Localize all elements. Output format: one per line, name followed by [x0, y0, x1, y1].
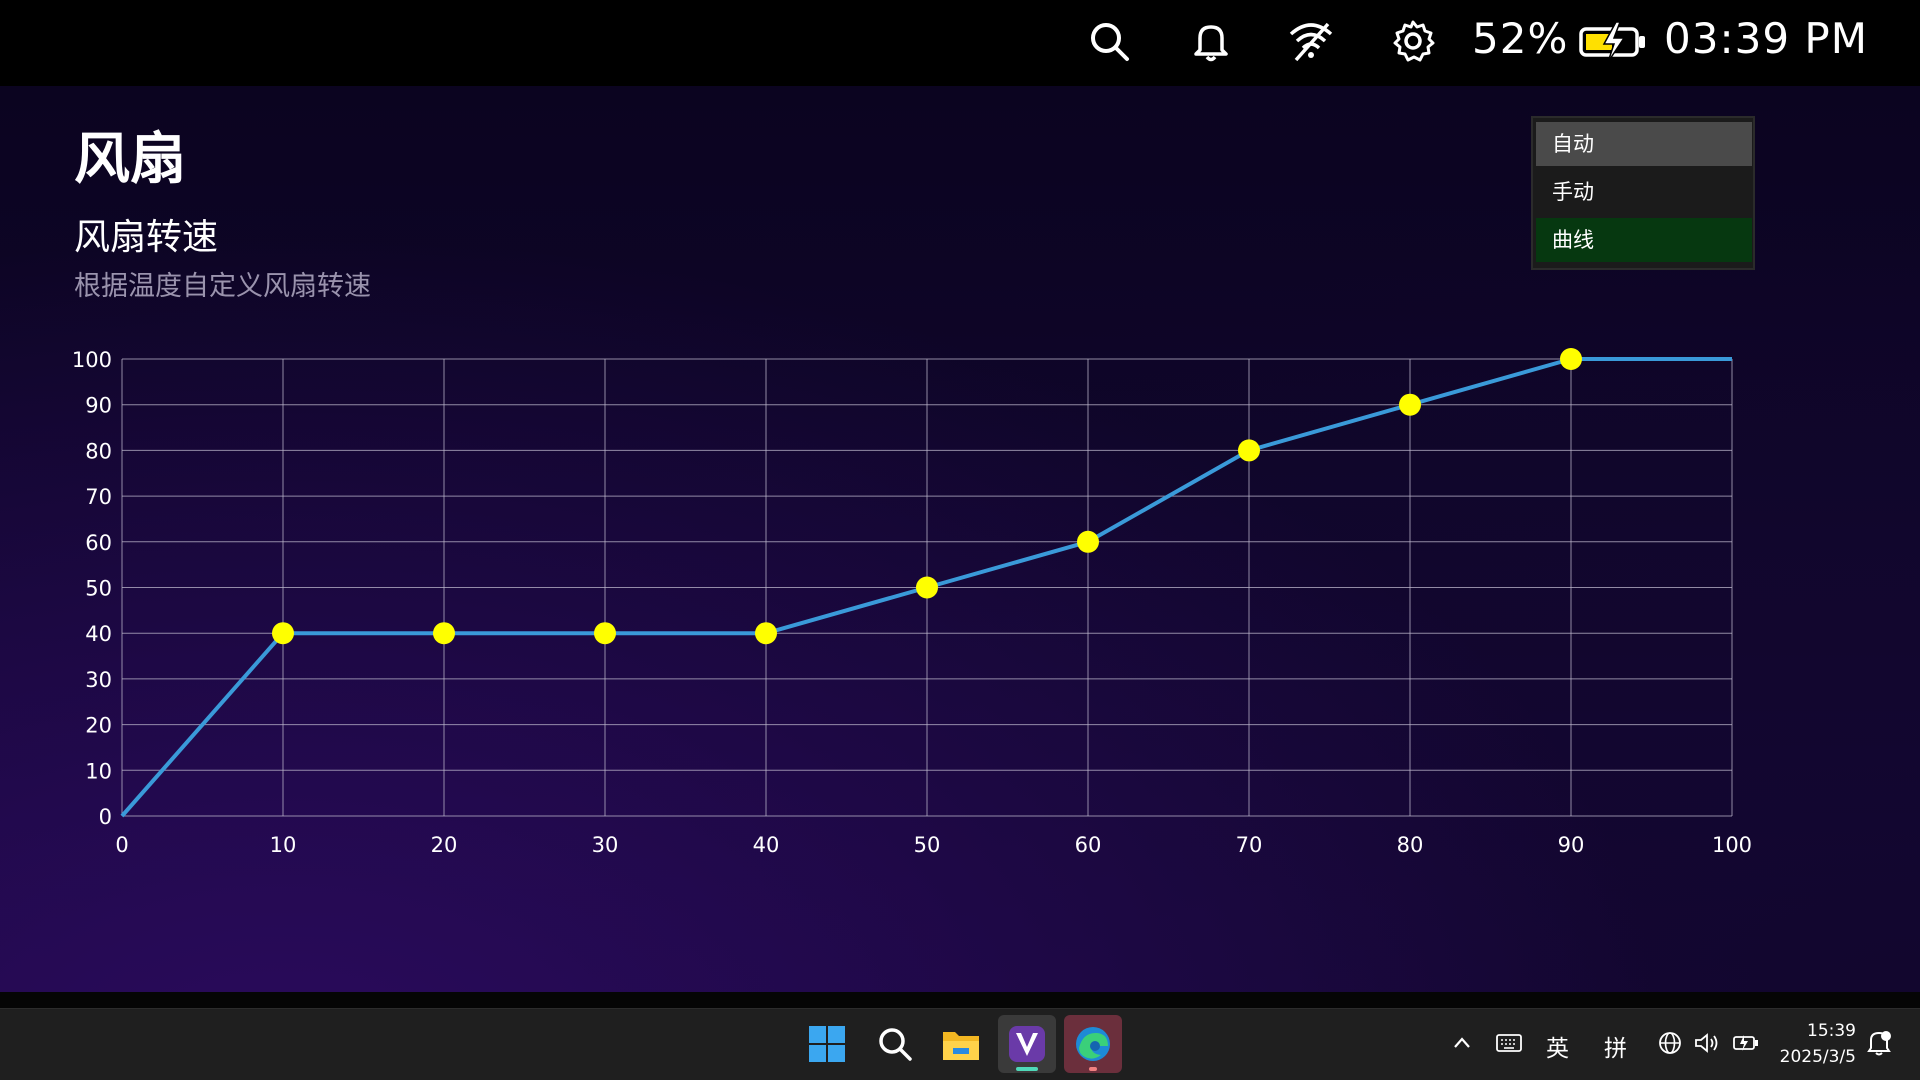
- gear-icon[interactable]: [1390, 18, 1436, 64]
- active-indicator: [1016, 1067, 1038, 1071]
- x-tick-label: 60: [1075, 833, 1102, 857]
- battery-charging-icon: [1578, 18, 1648, 64]
- curve-control-point[interactable]: [1238, 439, 1260, 462]
- y-tick-label: 20: [85, 714, 112, 738]
- app-v-icon[interactable]: [998, 1015, 1056, 1073]
- x-tick-label: 50: [914, 833, 941, 857]
- wifi-off-icon[interactable]: [1288, 18, 1334, 64]
- y-tick-label: 100: [72, 348, 112, 372]
- x-tick-label: 0: [115, 833, 128, 857]
- taskbar-date[interactable]: 2025/3/5: [1780, 1047, 1856, 1067]
- curve-control-point[interactable]: [755, 622, 777, 645]
- y-tick-label: 0: [99, 805, 112, 829]
- fan-curve-chart[interactable]: 0 10 20 30 40 50 60 70 80 90 100 0 10 20 30 40 50 60 70 80 9…: [0, 86, 1920, 992]
- y-tick-label: 50: [85, 577, 112, 601]
- ime-language[interactable]: 英: [1546, 1029, 1569, 1063]
- x-tick-label: 20: [431, 833, 458, 857]
- network-globe-icon[interactable]: [1658, 1031, 1682, 1059]
- x-tick-label: 40: [753, 833, 780, 857]
- y-tick-label: 70: [85, 485, 112, 509]
- battery-icon[interactable]: [1732, 1033, 1760, 1057]
- taskbar-gap: [0, 992, 1920, 1008]
- search-icon[interactable]: [1086, 18, 1132, 64]
- battery-percent: 52%: [1472, 14, 1569, 63]
- y-tick-label: 60: [85, 531, 112, 555]
- keyboard-icon[interactable]: [1496, 1033, 1522, 1057]
- y-tick-label: 90: [85, 394, 112, 418]
- curve-control-point[interactable]: [272, 622, 294, 645]
- y-tick-label: 40: [85, 622, 112, 646]
- taskbar-time[interactable]: 15:39: [1807, 1021, 1856, 1041]
- search-icon[interactable]: [866, 1015, 924, 1073]
- curve-control-point[interactable]: [433, 622, 455, 645]
- taskbar: 英 拼 15:39 2025/3/5: [0, 1008, 1920, 1080]
- y-tick-label: 80: [85, 439, 112, 463]
- curve-control-point[interactable]: [594, 622, 616, 645]
- status-time: 03:39 PM: [1664, 14, 1868, 63]
- running-indicator: [1089, 1067, 1097, 1071]
- volume-icon[interactable]: [1694, 1031, 1720, 1059]
- edge-icon[interactable]: [1064, 1015, 1122, 1073]
- fan-curve-svg[interactable]: 0 10 20 30 40 50 60 70 80 90 100 0 10 20 30 40 50 60 70 80 9…: [0, 86, 1920, 992]
- notification-icon[interactable]: [1866, 1029, 1892, 1061]
- x-tick-label: 10: [270, 833, 297, 857]
- curve-control-point[interactable]: [1077, 530, 1099, 553]
- y-tick-label: 30: [85, 668, 112, 692]
- x-tick-label: 90: [1558, 833, 1585, 857]
- curve-control-point[interactable]: [1560, 348, 1582, 370]
- curve-control-point[interactable]: [1399, 393, 1421, 416]
- windows-start-icon[interactable]: [798, 1015, 856, 1073]
- curve-control-point[interactable]: [916, 576, 938, 599]
- chevron-up-icon[interactable]: [1452, 1033, 1472, 1057]
- y-tick-label: 10: [85, 759, 112, 783]
- ime-mode[interactable]: 拼: [1604, 1029, 1627, 1063]
- status-bar: 52% 03:39 PM: [0, 0, 1920, 86]
- x-tick-label: 70: [1236, 833, 1263, 857]
- x-tick-label: 80: [1397, 833, 1424, 857]
- bell-icon[interactable]: [1188, 18, 1234, 64]
- x-tick-label: 30: [592, 833, 619, 857]
- file-explorer-icon[interactable]: [932, 1015, 990, 1073]
- x-tick-label: 100: [1712, 833, 1752, 857]
